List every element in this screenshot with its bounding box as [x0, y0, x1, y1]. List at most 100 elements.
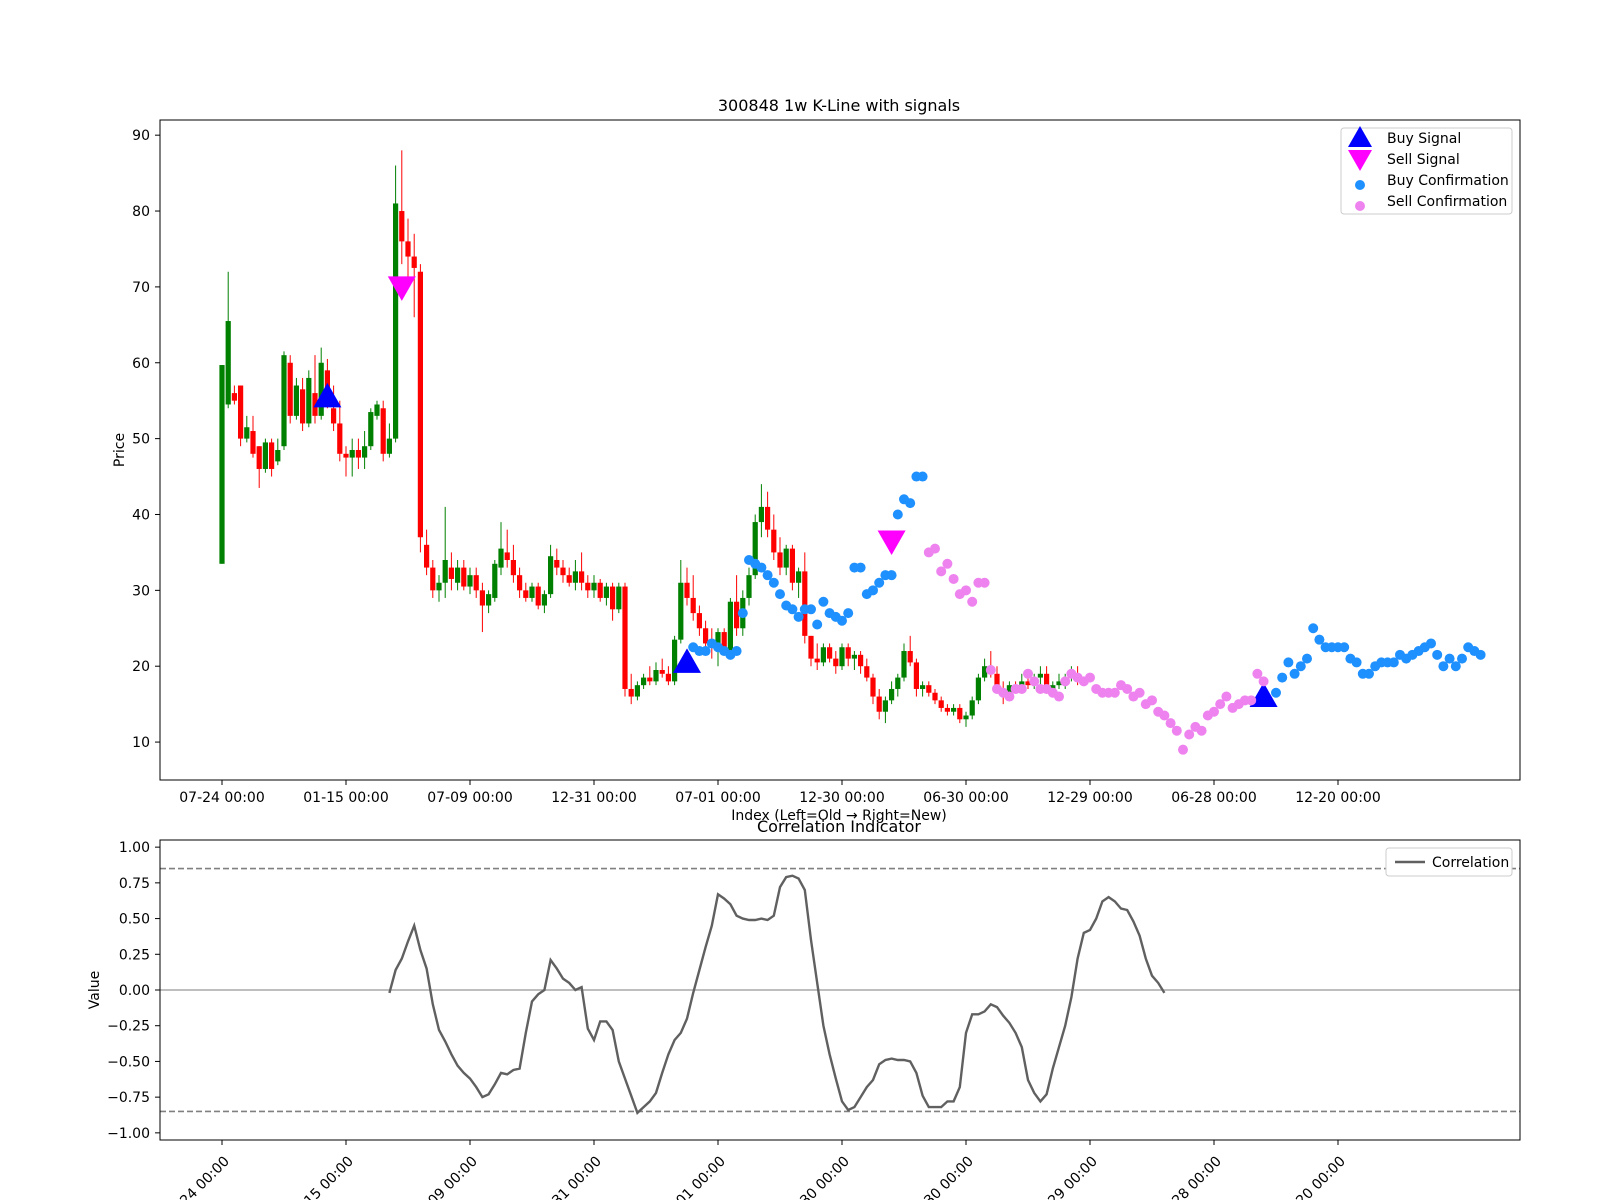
y-tick-label: 90: [132, 128, 150, 144]
candle-body: [300, 389, 306, 424]
candle-body: [256, 446, 262, 469]
candle-body: [678, 582, 684, 640]
candle-body: [417, 271, 423, 538]
x-tick-label: 12-31 00:00: [551, 790, 636, 806]
candle-body: [293, 385, 299, 416]
sell-signal-marker: [877, 530, 906, 556]
sell-confirmation-point: [967, 596, 978, 607]
y-tick-label: 0.25: [119, 947, 150, 963]
candle-body: [510, 560, 516, 576]
x-tick-label: 15 00:00: [301, 1154, 357, 1200]
y-tick-label: 50: [132, 432, 150, 448]
x-tick-label: 12-30 00:00: [799, 790, 884, 806]
candle-body: [318, 362, 324, 416]
kline-chart: 300848 1w K-Line with signals 10 20 30 40 50…: [112, 96, 1521, 824]
candle-body: [566, 575, 572, 583]
buy-confirmation-point: [731, 646, 742, 657]
candle-body: [876, 696, 882, 712]
candle-body: [225, 321, 231, 405]
candle-body: [864, 666, 870, 678]
legend-label: Buy Signal: [1387, 131, 1461, 147]
x-tick-label: 06-30 00:00: [923, 790, 1008, 806]
candle-body: [802, 571, 808, 636]
buy-confirmation-point: [775, 589, 785, 600]
sell-confirmation-point: [1054, 691, 1064, 702]
x-tick-label: 07-01 00:00: [675, 790, 760, 806]
buy-confirmation-point: [1308, 623, 1319, 634]
candle-body: [833, 658, 839, 667]
candle-body: [895, 677, 901, 689]
candle-body: [771, 529, 777, 553]
candle-body: [455, 567, 461, 583]
candle-body: [591, 582, 597, 591]
candle-body: [684, 582, 690, 598]
candle-body: [498, 548, 504, 568]
y-tick-label: −1.00: [107, 1126, 150, 1142]
correlation-y-label: Value: [87, 971, 103, 1009]
candle-body: [622, 586, 628, 689]
y-tick-label: 0.00: [119, 983, 150, 999]
buy-confirmation-point: [1432, 649, 1443, 660]
candle-body: [473, 575, 479, 591]
candle-body: [436, 582, 442, 591]
candle-body: [746, 575, 752, 598]
buy-confirmation-point: [1302, 653, 1312, 664]
sell-confirmation-point: [930, 543, 940, 554]
candle-body: [579, 571, 585, 583]
kline-y-axis: 10 20 30 40 50 60 70 80 90: [132, 128, 160, 751]
candle-body: [368, 412, 374, 447]
candle-body: [932, 692, 938, 701]
buy-confirmation-point: [1277, 672, 1288, 683]
candle-body: [951, 707, 957, 712]
buy-confirmation-point: [737, 608, 748, 619]
candle-body: [244, 427, 250, 439]
candle-body: [634, 685, 640, 697]
candle-body: [275, 450, 281, 462]
candle-body: [467, 575, 473, 587]
candle-body: [405, 241, 411, 257]
chart-canvas: 300848 1w K-Line with signals 10 20 30 40 50…: [87, 96, 1521, 1200]
candle-body: [355, 450, 361, 458]
sell-confirmation-point: [979, 577, 990, 588]
y-tick-label: 80: [132, 204, 150, 220]
sell-confirmation-point: [1178, 744, 1188, 755]
x-tick-label: 01-15 00:00: [303, 790, 388, 806]
candle-body: [758, 506, 764, 523]
buy-confirmation-point: [1271, 687, 1281, 698]
candle-body: [851, 654, 857, 659]
candle-body: [659, 670, 665, 674]
candle-body: [281, 355, 287, 447]
candle-body: [554, 560, 560, 568]
x-tick-label: 28 00:00: [1169, 1154, 1225, 1200]
sell-confirmation-point: [1171, 725, 1182, 736]
buy-confirmation-point: [806, 604, 816, 615]
buy-confirmation-point: [812, 619, 823, 630]
candle-body: [672, 639, 678, 682]
y-tick-label: −0.75: [107, 1090, 150, 1106]
correlation-chart: Correlation Indicator −1.00 −0.75 −0.50 −0.…: [87, 817, 1521, 1200]
kline-legend: Buy Signal Sell Signal Buy Confirmation Sel…: [1340, 126, 1513, 215]
x-tick-label: 09 00:00: [425, 1154, 481, 1200]
correlation-legend: Correlation: [1385, 847, 1513, 877]
candle-body: [362, 446, 368, 458]
candle-body: [424, 544, 430, 568]
buy-confirmation-point: [768, 577, 779, 588]
sell-confirmation-point: [1258, 676, 1269, 687]
buy-confirmation-point: [1426, 638, 1436, 649]
buy-confirmation-point: [1339, 642, 1350, 653]
candle-body: [727, 601, 733, 652]
candle-body: [504, 552, 510, 560]
kline-y-label: Price: [112, 433, 128, 467]
buy-confirmation-point: [1283, 657, 1294, 668]
sell-confirmation-point: [1134, 687, 1145, 698]
candle-body: [610, 586, 616, 610]
confirmation-icon: [1355, 201, 1365, 211]
candle-body: [975, 677, 981, 701]
y-tick-label: 1.00: [119, 840, 150, 856]
candle-body: [238, 385, 244, 439]
candle-body: [560, 567, 566, 576]
candle-body: [789, 548, 795, 583]
candle-body: [944, 707, 950, 712]
candle-body: [343, 453, 349, 458]
buy-confirmation-point: [917, 471, 928, 482]
